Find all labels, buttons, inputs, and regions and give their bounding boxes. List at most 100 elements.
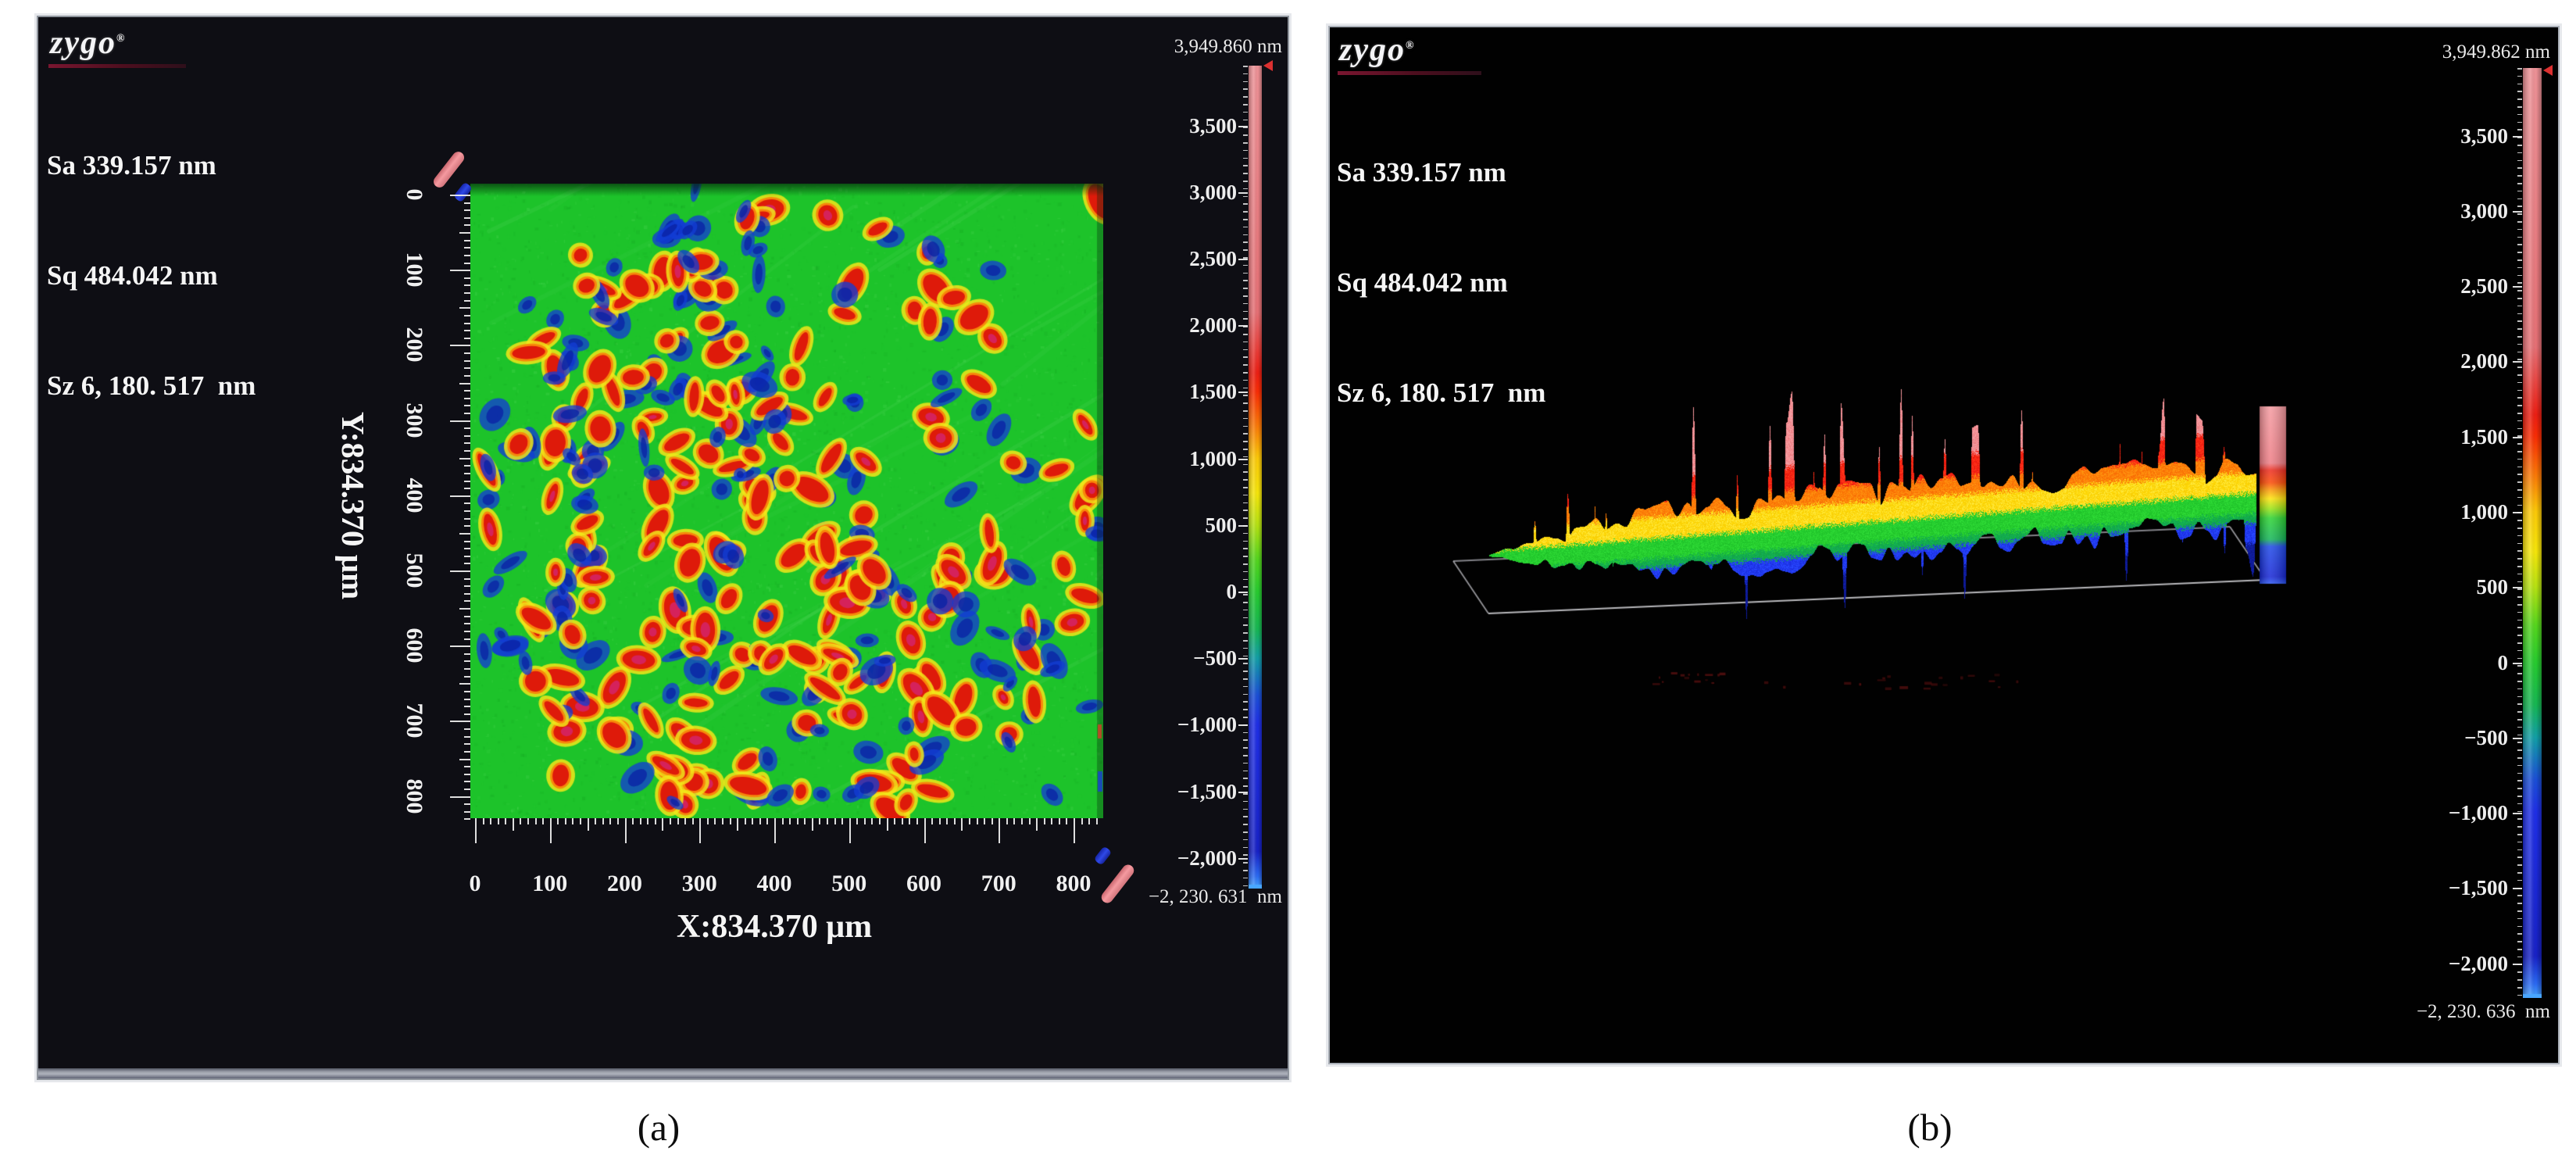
panel-b-viewport: zygo® Sa 339.157 nm Sq 484.042 nm Sz 6, … [1330,27,2558,1063]
y-axis-tick [464,330,470,331]
y-axis-tick-label: 200 [401,327,427,363]
colorbar-major-tick [2513,286,2522,288]
colorbar-ruler-tick [2517,91,2522,92]
colorbar-b[interactable] [2523,68,2542,998]
colorbar-ruler-tick [1243,709,1248,710]
y-axis-tick [464,323,470,324]
x-axis-tick [692,818,694,824]
x-axis-tick [737,818,738,831]
colorbar-ruler-tick [2517,642,2522,644]
y-axis-tick [450,570,470,572]
colorbar-ruler-tick [2517,282,2522,284]
colorbar-major-tick [2513,361,2522,363]
colorbar-ruler-tick [1243,571,1248,573]
colorbar-ruler-tick [1243,96,1248,98]
colorbar-ruler-tick [2517,818,2522,820]
logo-underline [48,64,186,68]
x-axis-tick [1006,818,1008,824]
y-axis-tick [464,277,470,279]
stat-sz: Sz 6, 180. 517 nm [47,367,255,404]
colorbar-ruler-tick [2517,76,2522,77]
logo-underline-b [1338,71,1481,75]
colorbar-ruler-tick [1243,150,1248,152]
colorbar-ruler-tick [2517,175,2522,177]
colorbar-ruler-tick [1243,862,1248,864]
colorbar-ruler-tick [2517,719,2522,721]
colorbar-ruler-tick [2517,566,2522,567]
x-axis-tick [662,818,663,831]
y-axis-tick [464,781,470,782]
colorbar-ruler-tick [2517,864,2522,866]
x-axis-tick [580,818,581,824]
colorbar-major-tick [2513,136,2522,138]
colorbar-tick-label: 2,000 [1135,313,1237,338]
colorbar-major-tick [1238,459,1248,460]
colorbar-a[interactable] [1249,66,1262,889]
colorbar-ruler-tick [1243,388,1248,389]
y-axis-tick [464,660,470,662]
colorbar-major-tick [1238,792,1248,793]
x-axis-tick [609,818,611,824]
x-axis-tick-label: 200 [607,871,642,897]
rotate-handle-bottom-right-tip [1094,846,1113,865]
colorbar-ruler-tick [2517,290,2522,291]
x-axis-tick [909,818,910,824]
colorbar-ruler-tick [1243,311,1248,313]
surface-map[interactable] [470,184,1103,818]
colorbar-ruler-tick [2517,588,2522,590]
y-axis-tick [464,631,470,632]
colorbar-ruler-tick [1243,356,1248,358]
x-axis-tick [505,818,506,824]
colorbar-ruler-tick [1243,801,1248,803]
y-axis-tick [464,774,470,775]
panel-a-viewport: zygo® Sa 339.157 nm Sq 484.042 nm Sz 6, … [38,17,1288,1078]
x-axis-tick-label: 100 [532,871,567,897]
panel-a-bottom-frame [38,1068,1288,1078]
y-axis-tick [464,224,470,226]
colorbar-major-tick [1238,592,1248,593]
colorbar-ruler-tick [1243,824,1248,825]
colorbar-major-tick [2513,663,2522,664]
panel-a: zygo® Sa 339.157 nm Sq 484.042 nm Sz 6, … [37,16,1289,1080]
x-axis-tick [834,818,836,824]
y-axis-tick [464,706,470,707]
colorbar-ruler-tick [2517,298,2522,299]
colorbar-ruler-tick [1243,81,1248,83]
colorbar-ruler-tick [1243,487,1248,488]
stat-sq-b: Sq 484.042 nm [1337,264,1545,301]
x-axis-label: X:834.370 μm [677,908,872,946]
y-axis-tick-label: 300 [401,402,427,438]
colorbar-ruler-tick [2517,857,2522,858]
colorbar-major-tick [2513,587,2522,588]
y-axis-tick [464,375,470,377]
x-axis-tick [954,818,956,824]
x-axis-tick [572,818,573,824]
colorbar-major-tick [2513,512,2522,513]
rotate-handle-top-left[interactable] [431,149,466,190]
x-axis-tick [916,818,918,824]
y-axis-tick [459,608,470,610]
colorbar-ruler-tick [1243,793,1248,795]
colorbar-ruler-tick [2517,382,2522,384]
colorbar-major-tick [1238,858,1248,860]
y-axis-tick [464,713,470,715]
surface-3d-view[interactable] [1392,330,2377,721]
colorbar-ruler-tick [1243,479,1248,481]
colorbar-ruler-tick [2517,703,2522,705]
colorbar-ruler-tick [1243,203,1248,205]
x-axis-tick [1021,818,1023,824]
colorbar-ruler-tick [2517,145,2522,146]
y-axis-tick [464,541,470,542]
colorbar-ruler-tick [2517,122,2522,123]
y-axis-tick [464,593,470,595]
colorbar-major-tick [2513,738,2522,739]
colorbar-b-clip-marker [2543,65,2553,76]
colorbar-tick-label: 500 [2406,574,2508,599]
colorbar-ruler-tick [1243,112,1248,113]
colorbar-ruler-tick [1243,134,1248,136]
colorbar-ruler-tick [1243,241,1248,243]
colorbar-ruler-tick [2517,665,2522,667]
y-axis-tick [459,307,470,309]
colorbar-ruler-tick [1243,342,1248,343]
y-axis-tick [464,473,470,474]
